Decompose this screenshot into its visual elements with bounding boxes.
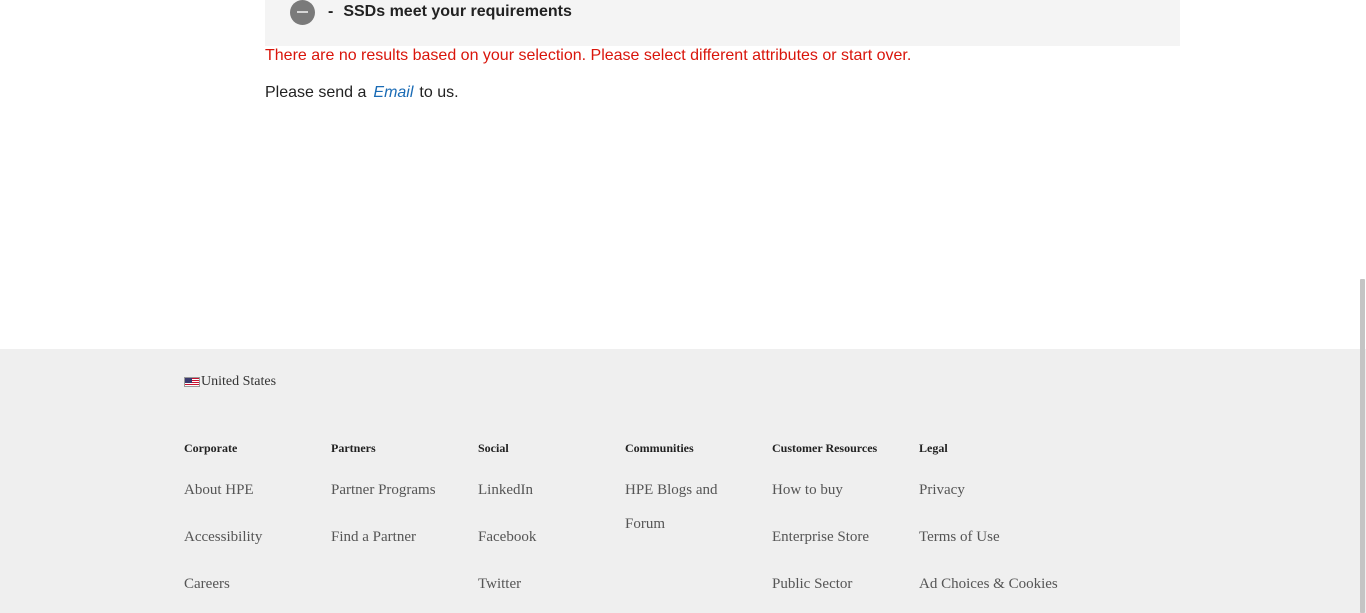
footer-link-linkedin[interactable]: LinkedIn: [478, 473, 536, 507]
footer-col-communities: Communities HPE Blogs and Forum: [625, 439, 765, 532]
footer-link-facebook[interactable]: Facebook: [478, 520, 536, 554]
scrollbar-thumb[interactable]: [1360, 279, 1365, 613]
footer-heading-communities: Communities: [625, 441, 694, 455]
footer-heading-social: Social: [478, 441, 509, 455]
footer-link-twitter[interactable]: Twitter: [478, 567, 536, 601]
accordion-title-text: SSDs meet your requirements: [343, 3, 572, 20]
send-prefix: Please send a: [265, 84, 367, 101]
footer-heading-customer-resources: Customer Resources: [772, 441, 878, 455]
scrollbar-track[interactable]: [1359, 0, 1366, 613]
footer-link-how-to-buy[interactable]: How to buy: [772, 473, 869, 507]
country-label: United States: [201, 374, 277, 389]
footer-links-social: LinkedIn Facebook Twitter: [478, 473, 536, 613]
country-selector[interactable]: United States: [184, 374, 276, 390]
footer-links-customer-resources: How to buy Enterprise Store Public Secto…: [772, 473, 869, 613]
footer-heading-corporate: Corporate: [184, 441, 238, 455]
email-link[interactable]: Email: [373, 84, 413, 101]
send-suffix: to us.: [419, 84, 459, 101]
footer-link-public-sector[interactable]: Public Sector: [772, 567, 869, 601]
accordion-title: - SSDs meet your requirements: [328, 3, 572, 21]
footer-link-enterprise-store[interactable]: Enterprise Store: [772, 520, 869, 554]
footer-links-communities: HPE Blogs and Forum: [625, 473, 735, 554]
footer-link-hpe-blogs[interactable]: HPE Blogs and Forum: [625, 473, 735, 541]
footer-links-partners: Partner Programs Find a Partner: [331, 473, 436, 567]
footer-link-accessibility[interactable]: Accessibility: [184, 520, 262, 554]
send-email-line: Please send a Email to us.: [265, 84, 459, 102]
footer-heading-legal: Legal: [919, 441, 948, 455]
accordion-header[interactable]: - SSDs meet your requirements: [265, 0, 1180, 46]
footer-col-legal: Legal Privacy Terms of Use Ad Choices & …: [919, 439, 1059, 592]
footer-col-partners: Partners Partner Programs Find a Partner: [331, 439, 471, 545]
footer-col-social: Social LinkedIn Facebook Twitter: [478, 439, 618, 592]
footer-heading-partners: Partners: [331, 441, 376, 455]
footer-link-partner-programs[interactable]: Partner Programs: [331, 473, 436, 507]
accordion-dash: -: [328, 3, 334, 20]
page: - SSDs meet your requirements There are n…: [0, 0, 1366, 613]
footer-links-corporate: About HPE Accessibility Careers: [184, 473, 262, 613]
footer-col-corporate: Corporate About HPE Accessibility Career…: [184, 439, 324, 592]
footer-link-about-hpe[interactable]: About HPE: [184, 473, 262, 507]
minus-bar: [297, 11, 308, 13]
no-results-message: There are no results based on your selec…: [265, 47, 912, 64]
us-flag-icon: [184, 377, 200, 387]
footer-link-careers[interactable]: Careers: [184, 567, 262, 601]
footer-col-customer-resources: Customer Resources How to buy Enterprise…: [772, 439, 912, 592]
footer-link-find-a-partner[interactable]: Find a Partner: [331, 520, 436, 554]
footer-link-privacy[interactable]: Privacy: [919, 473, 1058, 507]
footer-link-ad-choices[interactable]: Ad Choices & Cookies: [919, 567, 1058, 601]
footer: United States Corporate About HPE Access…: [0, 349, 1366, 613]
footer-link-terms-of-use[interactable]: Terms of Use: [919, 520, 1058, 554]
collapse-minus-icon[interactable]: [290, 0, 315, 25]
footer-links-legal: Privacy Terms of Use Ad Choices & Cookie…: [919, 473, 1058, 613]
